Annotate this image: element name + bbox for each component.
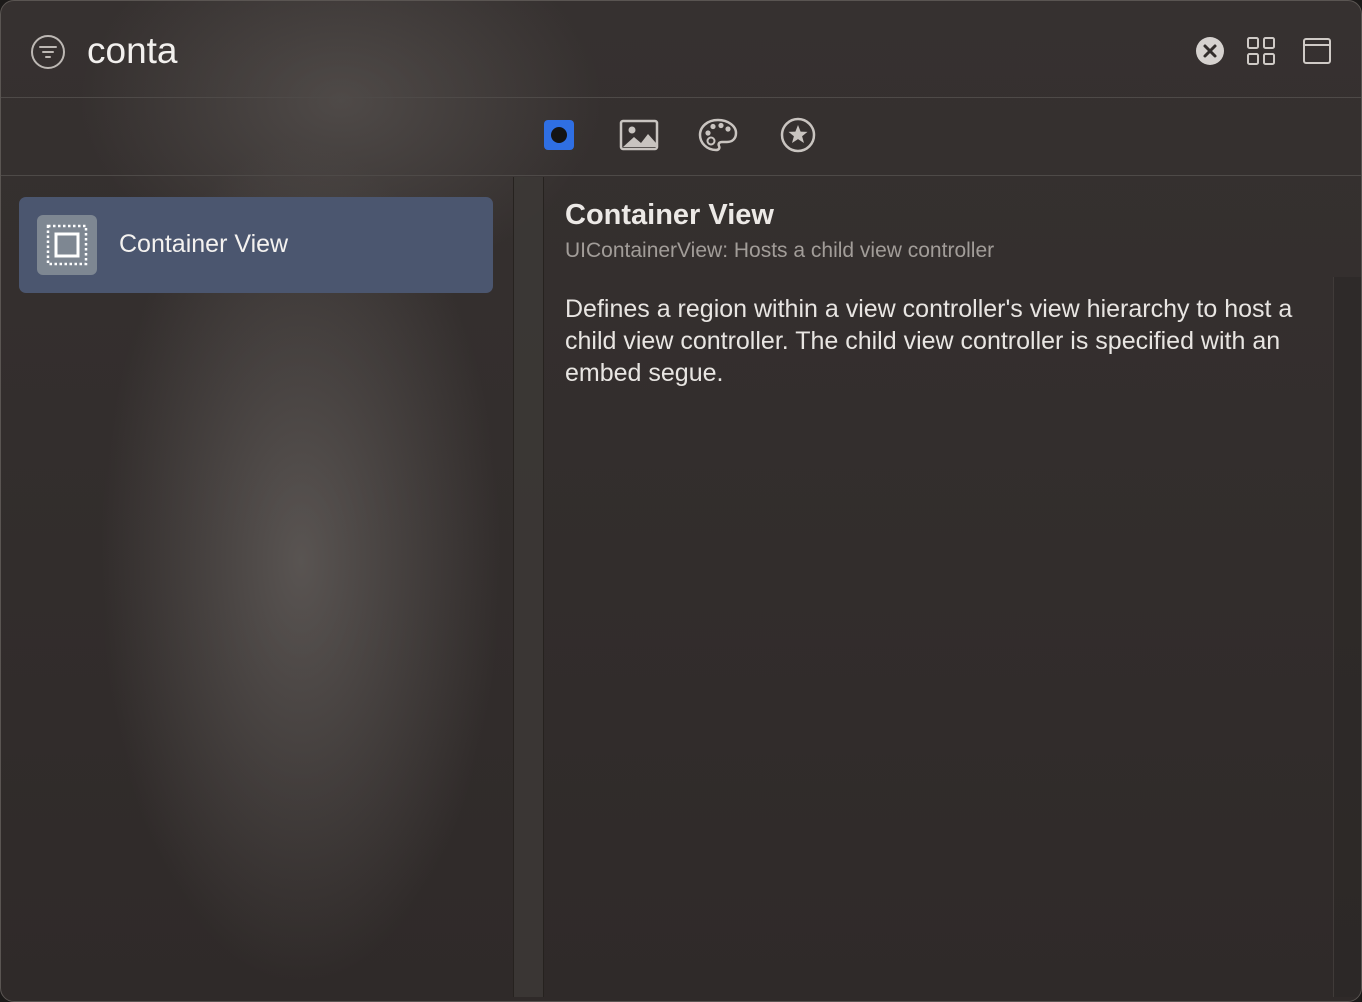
tab-objects[interactable]	[538, 117, 580, 157]
list-item[interactable]: Container View	[19, 197, 493, 293]
search-bar	[1, 1, 1361, 98]
search-input[interactable]	[87, 27, 987, 75]
filter-icon[interactable]	[30, 34, 66, 70]
tab-images[interactable]	[618, 117, 660, 157]
detail-description: Defines a region within a view controlle…	[565, 295, 1293, 387]
splitter[interactable]	[513, 177, 544, 997]
panel-icon[interactable]	[1302, 36, 1332, 66]
tab-symbols[interactable]	[777, 117, 819, 157]
list-item-label: Container View	[119, 230, 289, 258]
category-tabs	[1, 99, 1361, 176]
clear-icon[interactable]	[1196, 37, 1224, 65]
results-list: Container View	[1, 177, 513, 1001]
photo-icon	[619, 119, 659, 156]
square-circle-icon	[543, 119, 575, 156]
tab-colors[interactable]	[697, 117, 739, 157]
palette-icon	[698, 118, 738, 157]
library-window: Container View Container View UIContaine…	[0, 0, 1362, 1002]
star-circle-icon	[780, 117, 816, 158]
detail-title: Container View	[565, 199, 774, 231]
scrollbar[interactable]	[1333, 277, 1361, 997]
grid-view-icon[interactable]	[1246, 36, 1276, 66]
detail-pane: Container View UIContainerView: Hosts a …	[545, 177, 1361, 1001]
container-view-icon	[37, 215, 97, 275]
detail-subtitle: UIContainerView: Hosts a child view cont…	[565, 239, 995, 262]
